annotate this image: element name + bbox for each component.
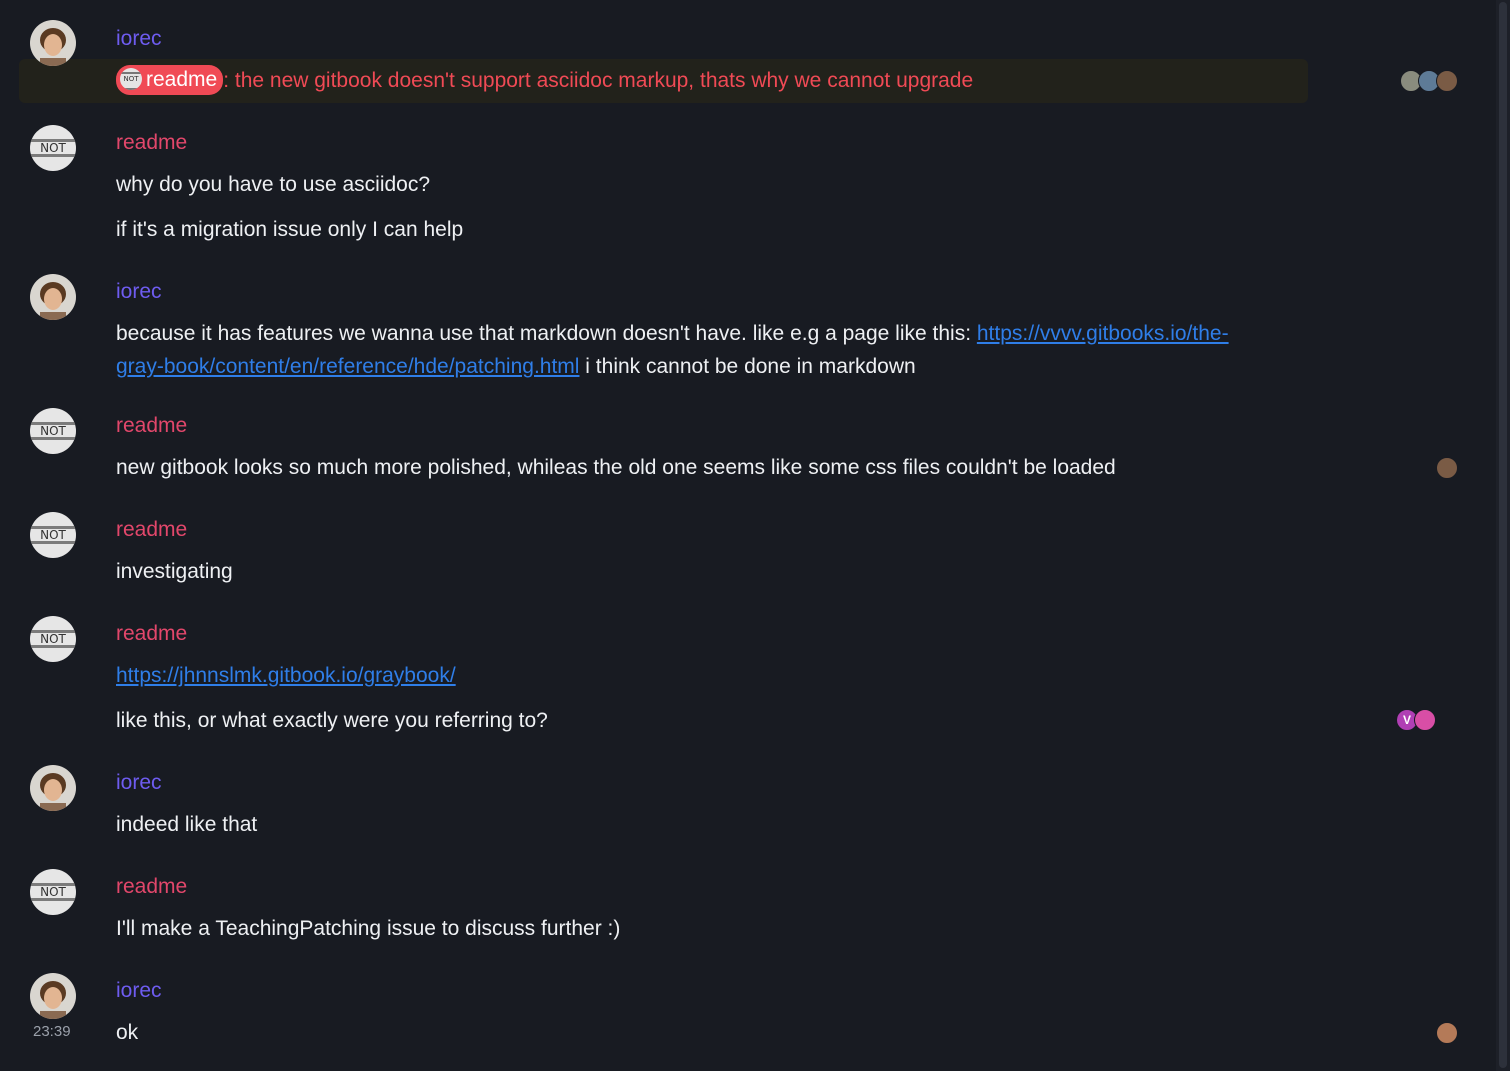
message-text: investigating (116, 560, 233, 583)
avatar-readme[interactable]: NOT (30, 125, 76, 171)
message-timestamp[interactable]: 23:39 (33, 1023, 71, 1040)
avatar-iorec[interactable] (30, 20, 76, 66)
mention-avatar-icon: NOT (120, 67, 142, 90)
sender-name[interactable]: readme (116, 414, 187, 438)
user-mention-pill[interactable]: NOT readme (116, 64, 224, 95)
avatar-readme[interactable]: NOT (30, 408, 76, 454)
svg-text:NOT: NOT (40, 424, 66, 438)
message-text: why do you have to use asciidoc? (116, 173, 431, 196)
svg-text:NOT: NOT (40, 632, 66, 646)
sender-name[interactable]: readme (116, 131, 187, 155)
sender-name[interactable]: readme (116, 875, 187, 899)
scrollbar-thumb[interactable] (1499, 2, 1507, 1068)
read-receipt-avatar-icon (1414, 709, 1436, 731)
svg-text:NOT: NOT (40, 528, 66, 542)
read-receipt-avatar-icon (1436, 457, 1458, 479)
avatar-readme[interactable]: NOT (30, 869, 76, 915)
timeline-scrollbar[interactable] (1496, 0, 1510, 1071)
message-timeline: iorec NOT readme: the new gitbook doesn't… (0, 0, 1496, 1071)
message-text: because it has features we wanna use tha… (116, 322, 1229, 378)
sender-name[interactable]: readme (116, 622, 187, 646)
message-link[interactable]: https://jhnnslmk.gitbook.io/graybook/ (116, 664, 456, 687)
avatar-readme[interactable]: NOT (30, 512, 76, 558)
avatar-iorec[interactable] (30, 973, 76, 1019)
read-receipt-avatar-icon (1436, 1022, 1458, 1044)
read-receipts[interactable]: V (1396, 709, 1436, 731)
sender-name[interactable]: iorec (116, 280, 162, 304)
message-text: I'll make a TeachingPatching issue to di… (116, 917, 621, 940)
svg-text:NOT: NOT (40, 141, 66, 155)
read-receipts[interactable] (1436, 457, 1458, 479)
read-receipts[interactable] (1436, 1022, 1458, 1044)
read-receipt-avatar-icon (1436, 70, 1458, 92)
message-text: indeed like that (116, 813, 258, 836)
avatar-readme[interactable]: NOT (30, 616, 76, 662)
message-text: ok (116, 1021, 139, 1044)
message-text: if it's a migration issue only I can hel… (116, 218, 464, 241)
message-text: like this, or what exactly were you refe… (116, 709, 548, 732)
sender-name[interactable]: iorec (116, 27, 162, 51)
message-text: https://jhnnslmk.gitbook.io/graybook/ (116, 659, 456, 692)
sender-name[interactable]: readme (116, 518, 187, 542)
sender-name[interactable]: iorec (116, 979, 162, 1003)
avatar-iorec[interactable] (30, 765, 76, 811)
sender-name[interactable]: iorec (116, 771, 162, 795)
read-receipts[interactable] (1400, 70, 1458, 92)
message-text: new gitbook looks so much more polished,… (116, 456, 1116, 479)
message-text: NOT readme: the new gitbook doesn't suppo… (116, 64, 973, 97)
svg-text:NOT: NOT (40, 885, 66, 899)
avatar-iorec[interactable] (30, 274, 76, 320)
